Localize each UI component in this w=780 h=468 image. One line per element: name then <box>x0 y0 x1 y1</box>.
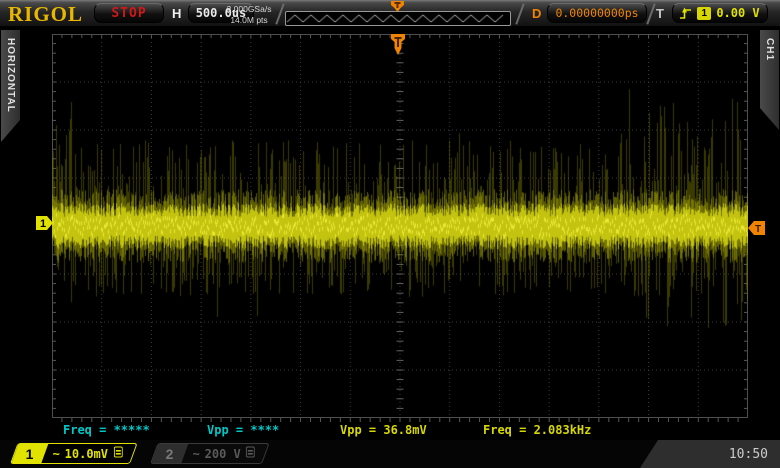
trigger-level-value: 0.00 V <box>716 6 759 20</box>
measurement-vpp-stat: Vpp = **** <box>207 423 279 437</box>
channel1-button[interactable]: 1 ~ 10.0mV <box>10 443 137 464</box>
top-status-bar: RIGOL STOP H 500.0us 2.000GSa/s 14.0M pt… <box>0 0 780 28</box>
channel2-button[interactable]: 2 ~ 200 V <box>150 443 270 464</box>
svg-text:1: 1 <box>40 218 46 230</box>
coupling-ac-icon: ~ <box>193 447 200 461</box>
trigger-source-badge: 1 <box>697 7 711 20</box>
tab-horizontal[interactable]: HORIZONTAL <box>1 30 20 142</box>
trigger-position-marker[interactable] <box>391 34 405 56</box>
clock-panel: 10:50 <box>640 440 780 468</box>
channel1-scale-readout: ~ 10.0mV <box>41 444 136 463</box>
svg-text:T: T <box>755 224 761 235</box>
memory-position-strip[interactable] <box>285 11 511 26</box>
measurement-freq-value: Freq = 2.083kHz <box>483 423 591 437</box>
channel2-scale-value: 200 V <box>205 447 241 461</box>
trigger-level-marker[interactable]: T <box>748 221 765 235</box>
channel1-scale-value: 10.0mV <box>65 447 108 461</box>
measurement-freq-stat: Freq = ***** <box>63 423 150 437</box>
memory-waveform-preview <box>286 12 510 25</box>
scale-indicator-icon <box>113 446 122 461</box>
separator <box>515 3 524 24</box>
run-stop-status[interactable]: STOP <box>94 3 164 23</box>
channel2-scale-readout: ~ 200 V <box>181 444 268 463</box>
system-time: 10:50 <box>729 447 768 462</box>
oscilloscope-screen: RIGOL STOP H 500.0us 2.000GSa/s 14.0M pt… <box>0 0 780 468</box>
horizontal-label: H <box>172 6 181 21</box>
waveform-display-area <box>52 34 748 418</box>
separator <box>646 3 655 24</box>
rigol-logo: RIGOL <box>8 2 83 27</box>
trigger-settings-button[interactable]: 1 0.00 V <box>672 3 768 23</box>
acquisition-info: 2.000GSa/s 14.0M pts <box>220 4 278 25</box>
trigger-position-top-icon[interactable] <box>391 1 404 12</box>
channel1-offset-marker[interactable]: 1 <box>36 216 53 230</box>
scale-indicator-icon <box>246 446 255 461</box>
sample-rate: 2.000GSa/s <box>220 4 278 15</box>
delay-label: D <box>532 6 541 21</box>
tab-ch1[interactable]: CH1 <box>760 30 779 130</box>
channel-status-bar: 1 ~ 10.0mV 2 ~ 200 V 10:50 <box>0 440 780 468</box>
trigger-label: T <box>656 6 664 21</box>
ch1-waveform-trace <box>52 34 748 418</box>
measurement-vpp-value: Vpp = 36.8mV <box>340 423 427 437</box>
delay-value-button[interactable]: 0.00000000ps <box>547 3 647 23</box>
rising-edge-icon <box>680 6 692 20</box>
coupling-ac-icon: ~ <box>53 447 60 461</box>
memory-depth: 14.0M pts <box>220 15 278 26</box>
